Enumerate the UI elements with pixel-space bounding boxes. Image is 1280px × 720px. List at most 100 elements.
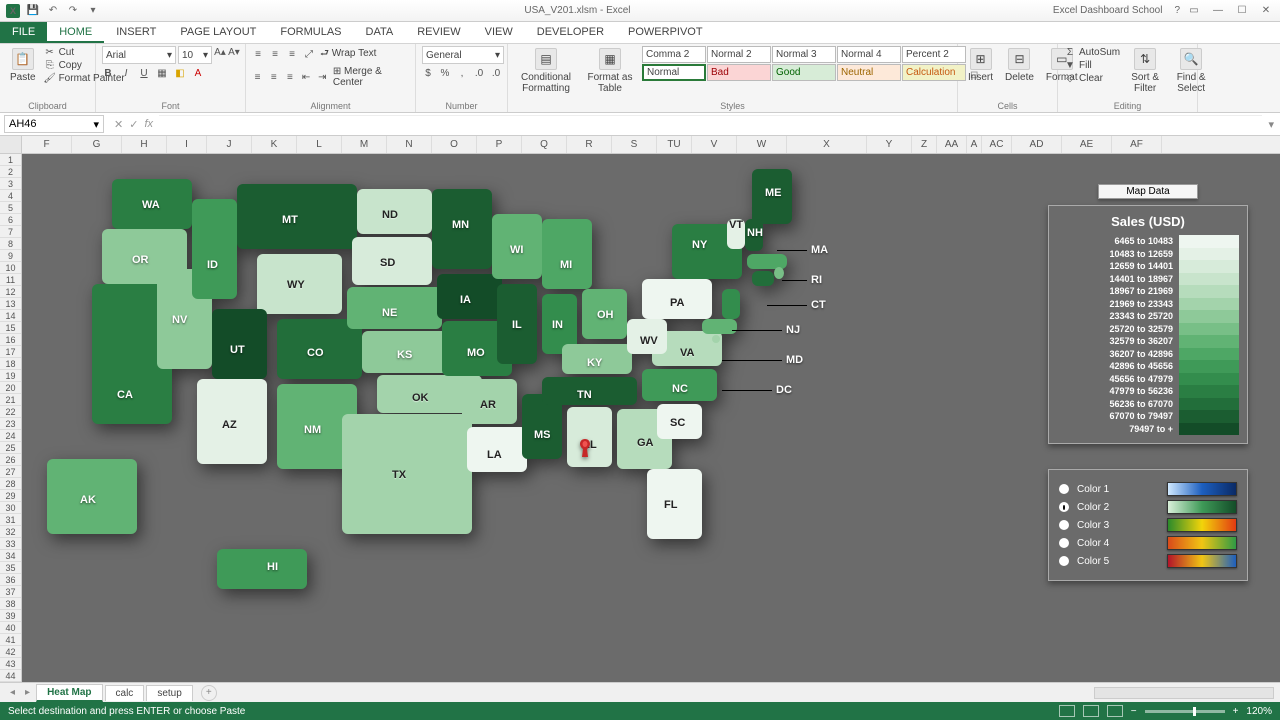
row-header[interactable]: 40 bbox=[0, 622, 21, 634]
column-header[interactable]: N bbox=[387, 136, 432, 153]
align-bot-icon[interactable]: ≡ bbox=[286, 49, 298, 61]
column-header[interactable]: AC bbox=[982, 136, 1012, 153]
row-header[interactable]: 2 bbox=[0, 166, 21, 178]
column-header[interactable]: V bbox=[692, 136, 737, 153]
row-header[interactable]: 1 bbox=[0, 154, 21, 166]
tab-developer[interactable]: DEVELOPER bbox=[525, 22, 616, 43]
sheet-tab-calc[interactable]: calc bbox=[105, 685, 145, 701]
row-header[interactable]: 26 bbox=[0, 454, 21, 466]
row-header[interactable]: 30 bbox=[0, 502, 21, 514]
column-header[interactable]: G bbox=[72, 136, 122, 153]
map-data-button[interactable]: Map Data bbox=[1098, 184, 1198, 199]
enter-icon[interactable]: ✓ bbox=[129, 118, 138, 131]
inc-decimal-icon[interactable]: .0 bbox=[473, 67, 485, 79]
delete-cells-button[interactable]: ⊟Delete bbox=[1001, 46, 1038, 85]
row-header[interactable]: 34 bbox=[0, 550, 21, 562]
paste-button[interactable]: 📋Paste bbox=[6, 46, 40, 85]
row-header[interactable]: 27 bbox=[0, 466, 21, 478]
indent-dec-icon[interactable]: ⇤ bbox=[301, 71, 312, 83]
tab-data[interactable]: DATA bbox=[354, 22, 406, 43]
row-header[interactable]: 17 bbox=[0, 346, 21, 358]
row-header[interactable]: 43 bbox=[0, 658, 21, 670]
close-icon[interactable]: ✕ bbox=[1256, 5, 1276, 16]
row-header[interactable]: 12 bbox=[0, 286, 21, 298]
format-as-table-button[interactable]: ▦Format as Table bbox=[582, 46, 638, 96]
ribbon-options-icon[interactable]: ▭ bbox=[1184, 5, 1204, 16]
select-all-corner[interactable] bbox=[0, 136, 22, 153]
color-option[interactable]: Color 4 bbox=[1059, 536, 1237, 550]
cell-styles-gallery[interactable]: Comma 2 Normal 2 Normal 3 Normal 4 Perce… bbox=[642, 46, 966, 81]
insert-cells-button[interactable]: ⊞Insert bbox=[964, 46, 997, 85]
bold-icon[interactable]: B bbox=[102, 67, 114, 79]
row-header[interactable]: 20 bbox=[0, 382, 21, 394]
dec-decimal-icon[interactable]: .0 bbox=[490, 67, 502, 79]
row-header[interactable]: 32 bbox=[0, 526, 21, 538]
tab-page-layout[interactable]: PAGE LAYOUT bbox=[168, 22, 268, 43]
row-header[interactable]: 24 bbox=[0, 430, 21, 442]
align-mid-icon[interactable]: ≡ bbox=[269, 49, 281, 61]
state-dc[interactable] bbox=[712, 335, 720, 343]
tab-nav-prev-icon[interactable]: ◂ bbox=[6, 687, 19, 698]
radio-icon[interactable] bbox=[1059, 538, 1069, 548]
tab-insert[interactable]: INSERT bbox=[104, 22, 168, 43]
merge-center-button[interactable]: ⊞ Merge & Center bbox=[333, 66, 409, 88]
column-header[interactable]: I bbox=[167, 136, 207, 153]
column-header[interactable]: H bbox=[122, 136, 167, 153]
radio-icon[interactable] bbox=[1059, 556, 1069, 566]
tab-powerpivot[interactable]: POWERPIVOT bbox=[616, 22, 715, 43]
radio-icon[interactable] bbox=[1059, 484, 1069, 494]
tab-nav-next-icon[interactable]: ▸ bbox=[21, 687, 34, 698]
undo-icon[interactable]: ↶ bbox=[46, 4, 60, 18]
minimize-icon[interactable]: — bbox=[1208, 5, 1228, 16]
row-header[interactable]: 13 bbox=[0, 298, 21, 310]
column-header[interactable]: R bbox=[567, 136, 612, 153]
page-layout-view-icon[interactable] bbox=[1083, 705, 1099, 717]
font-size-select[interactable]: 10▾ bbox=[178, 46, 212, 64]
grow-font-icon[interactable]: A▴ bbox=[214, 46, 226, 58]
map-pin-icon[interactable] bbox=[577, 439, 593, 461]
fill-button[interactable]: ▼Fill bbox=[1064, 59, 1120, 71]
color-option[interactable]: Color 2 bbox=[1059, 500, 1237, 514]
clear-button[interactable]: ◇Clear bbox=[1064, 72, 1120, 84]
row-header[interactable]: 10 bbox=[0, 262, 21, 274]
row-header[interactable]: 22 bbox=[0, 406, 21, 418]
border-icon[interactable]: ▦ bbox=[156, 67, 168, 79]
row-header[interactable]: 4 bbox=[0, 190, 21, 202]
state-hi[interactable] bbox=[217, 549, 307, 589]
column-header[interactable]: W bbox=[737, 136, 787, 153]
column-header[interactable]: AF bbox=[1112, 136, 1162, 153]
row-header[interactable]: 16 bbox=[0, 334, 21, 346]
column-header[interactable]: Y bbox=[867, 136, 912, 153]
normal-view-icon[interactable] bbox=[1059, 705, 1075, 717]
column-header[interactable]: AD bbox=[1012, 136, 1062, 153]
row-header[interactable]: 28 bbox=[0, 478, 21, 490]
orientation-icon[interactable]: ⤢ bbox=[303, 49, 315, 61]
state-ma[interactable] bbox=[747, 254, 787, 269]
row-header[interactable]: 18 bbox=[0, 358, 21, 370]
row-header[interactable]: 19 bbox=[0, 370, 21, 382]
row-header[interactable]: 14 bbox=[0, 310, 21, 322]
radio-icon[interactable] bbox=[1059, 520, 1069, 530]
sheet-tab-setup[interactable]: setup bbox=[146, 685, 192, 701]
fill-color-icon[interactable]: ◧ bbox=[174, 67, 186, 79]
save-icon[interactable]: 💾 bbox=[26, 4, 40, 18]
row-header[interactable]: 8 bbox=[0, 238, 21, 250]
row-header[interactable]: 9 bbox=[0, 250, 21, 262]
worksheet-canvas[interactable]: WAORCANVIDMTWYUTAZCONMNDSDNEKSOKTXMNIAMO… bbox=[22, 154, 1280, 682]
row-header[interactable]: 42 bbox=[0, 646, 21, 658]
row-header[interactable]: 37 bbox=[0, 586, 21, 598]
maximize-icon[interactable]: ☐ bbox=[1232, 5, 1252, 16]
align-center-icon[interactable]: ≡ bbox=[268, 71, 279, 83]
font-name-select[interactable]: Arial▾ bbox=[102, 46, 176, 64]
column-header[interactable]: M bbox=[342, 136, 387, 153]
state-id[interactable] bbox=[192, 199, 237, 299]
sort-filter-button[interactable]: ⇅Sort & Filter bbox=[1124, 46, 1166, 96]
align-top-icon[interactable]: ≡ bbox=[252, 49, 264, 61]
column-header[interactable]: P bbox=[477, 136, 522, 153]
column-header[interactable]: X bbox=[787, 136, 867, 153]
find-select-button[interactable]: 🔍Find & Select bbox=[1170, 46, 1212, 96]
column-header[interactable]: A bbox=[967, 136, 982, 153]
zoom-slider[interactable] bbox=[1145, 710, 1225, 713]
autosum-button[interactable]: ΣAutoSum bbox=[1064, 46, 1120, 58]
conditional-formatting-button[interactable]: ▤Conditional Formatting bbox=[514, 46, 578, 96]
